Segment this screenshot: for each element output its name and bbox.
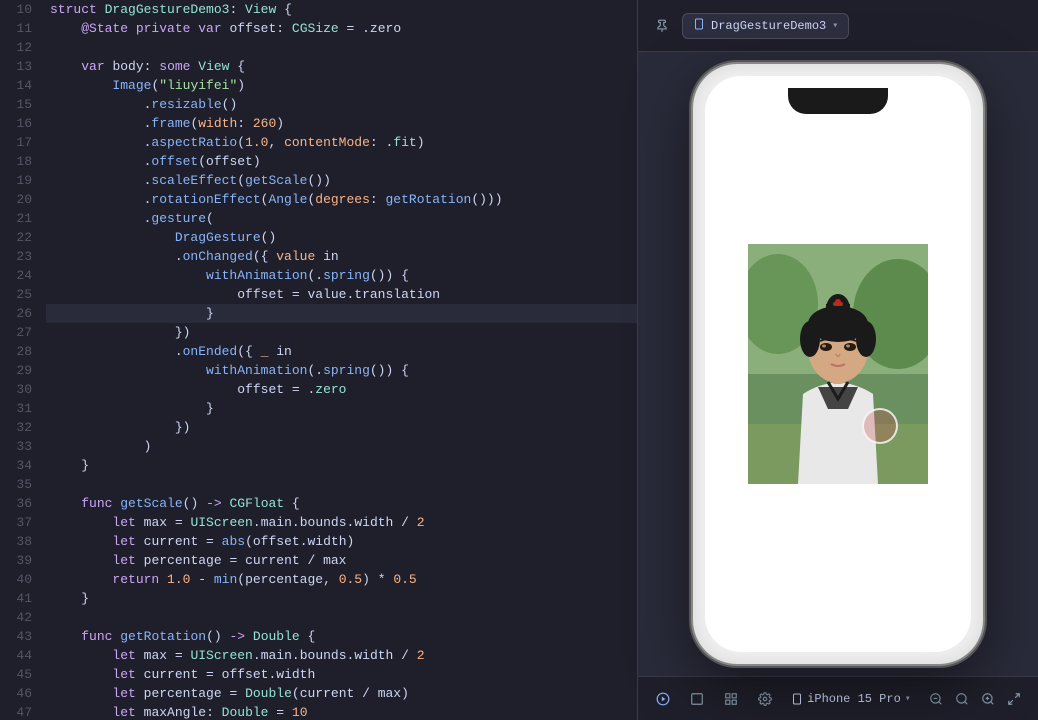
run-button[interactable]: [650, 686, 676, 712]
code-line-44: let max = UIScreen.main.bounds.width / 2: [46, 646, 637, 665]
code-line-20: .rotationEffect(Angle(degrees: getRotati…: [46, 190, 637, 209]
code-line-23: .onChanged({ value in: [46, 247, 637, 266]
code-editor: 1011121314151617181920212223242526272829…: [0, 0, 638, 720]
device-name-label: iPhone 15 Pro: [807, 692, 901, 706]
code-line-43: func getRotation() -> Double {: [46, 627, 637, 646]
zoom-in-button[interactable]: [976, 687, 1000, 711]
code-line-12: [46, 38, 637, 57]
zoom-fit-button[interactable]: [950, 687, 974, 711]
code-line-27: }): [46, 323, 637, 342]
inspect-button[interactable]: [684, 686, 710, 712]
device-selector[interactable]: DragGestureDemo3 ▾: [682, 13, 849, 39]
zoom-out-button[interactable]: [924, 687, 948, 711]
code-line-37: let max = UIScreen.main.bounds.width / 2: [46, 513, 637, 532]
code-line-14: Image("liuyifei"): [46, 76, 637, 95]
code-line-30: offset = .zero: [46, 380, 637, 399]
code-line-10: struct DragGestureDemo3: View {: [46, 0, 637, 19]
iphone-notch: [788, 88, 888, 114]
device-selector-label: DragGestureDemo3: [711, 19, 826, 33]
zoom-actual-button[interactable]: [1002, 687, 1026, 711]
iphone-screen: [705, 76, 971, 652]
settings-button[interactable]: [752, 686, 778, 712]
code-line-15: .resizable(): [46, 95, 637, 114]
code-line-39: let percentage = current / max: [46, 551, 637, 570]
code-line-32: }): [46, 418, 637, 437]
code-line-40: return 1.0 - min(percentage, 0.5) * 0.5: [46, 570, 637, 589]
code-line-34: }: [46, 456, 637, 475]
code-lines: struct DragGestureDemo3: View { @State p…: [42, 0, 637, 720]
code-line-41: }: [46, 589, 637, 608]
code-line-13: var body: some View {: [46, 57, 637, 76]
code-line-33: ): [46, 437, 637, 456]
iphone-image-container[interactable]: [748, 244, 928, 484]
code-line-36: func getScale() -> CGFloat {: [46, 494, 637, 513]
code-line-22: DragGesture(): [46, 228, 637, 247]
bottom-left-icons: [650, 686, 778, 712]
code-line-24: withAnimation(.spring()) {: [46, 266, 637, 285]
iphone-mockup: [693, 64, 983, 664]
device-selector-icon: [693, 18, 705, 34]
bottom-toolbar: iPhone 15 Pro ▾: [638, 676, 1038, 720]
preview-panel: DragGestureDemo3 ▾: [638, 0, 1038, 720]
code-content: 1011121314151617181920212223242526272829…: [0, 0, 637, 720]
code-line-45: let current = offset.width: [46, 665, 637, 684]
code-line-19: .scaleEffect(getScale()): [46, 171, 637, 190]
code-line-46: let percentage = Double(current / max): [46, 684, 637, 703]
code-line-25: offset = value.translation: [46, 285, 637, 304]
code-line-26: }: [46, 304, 637, 323]
code-line-29: withAnimation(.spring()) {: [46, 361, 637, 380]
chevron-down-icon: ▾: [832, 20, 838, 32]
code-line-28: .onEnded({ _ in: [46, 342, 637, 361]
device-label[interactable]: iPhone 15 Pro ▾: [791, 692, 911, 706]
preview-toolbar: DragGestureDemo3 ▾: [638, 0, 1038, 52]
code-line-11: @State private var offset: CGSize = .zer…: [46, 19, 637, 38]
preview-area: [638, 52, 1038, 676]
code-line-17: .aspectRatio(1.0, contentMode: .fit): [46, 133, 637, 152]
phone-icon: [791, 692, 803, 706]
code-line-31: }: [46, 399, 637, 418]
code-line-18: .offset(offset): [46, 152, 637, 171]
grid-button[interactable]: [718, 686, 744, 712]
portrait-image: [748, 244, 928, 484]
device-chevron-icon: ▾: [905, 693, 911, 705]
pin-icon[interactable]: [650, 14, 674, 38]
code-line-47: let maxAngle: Double = 10: [46, 703, 637, 720]
zoom-controls: [924, 687, 1026, 711]
cursor-circle: [862, 408, 898, 444]
line-numbers: 1011121314151617181920212223242526272829…: [0, 0, 42, 720]
code-line-21: .gesture(: [46, 209, 637, 228]
code-line-38: let current = abs(offset.width): [46, 532, 637, 551]
code-line-42: [46, 608, 637, 627]
code-line-35: [46, 475, 637, 494]
code-line-16: .frame(width: 260): [46, 114, 637, 133]
